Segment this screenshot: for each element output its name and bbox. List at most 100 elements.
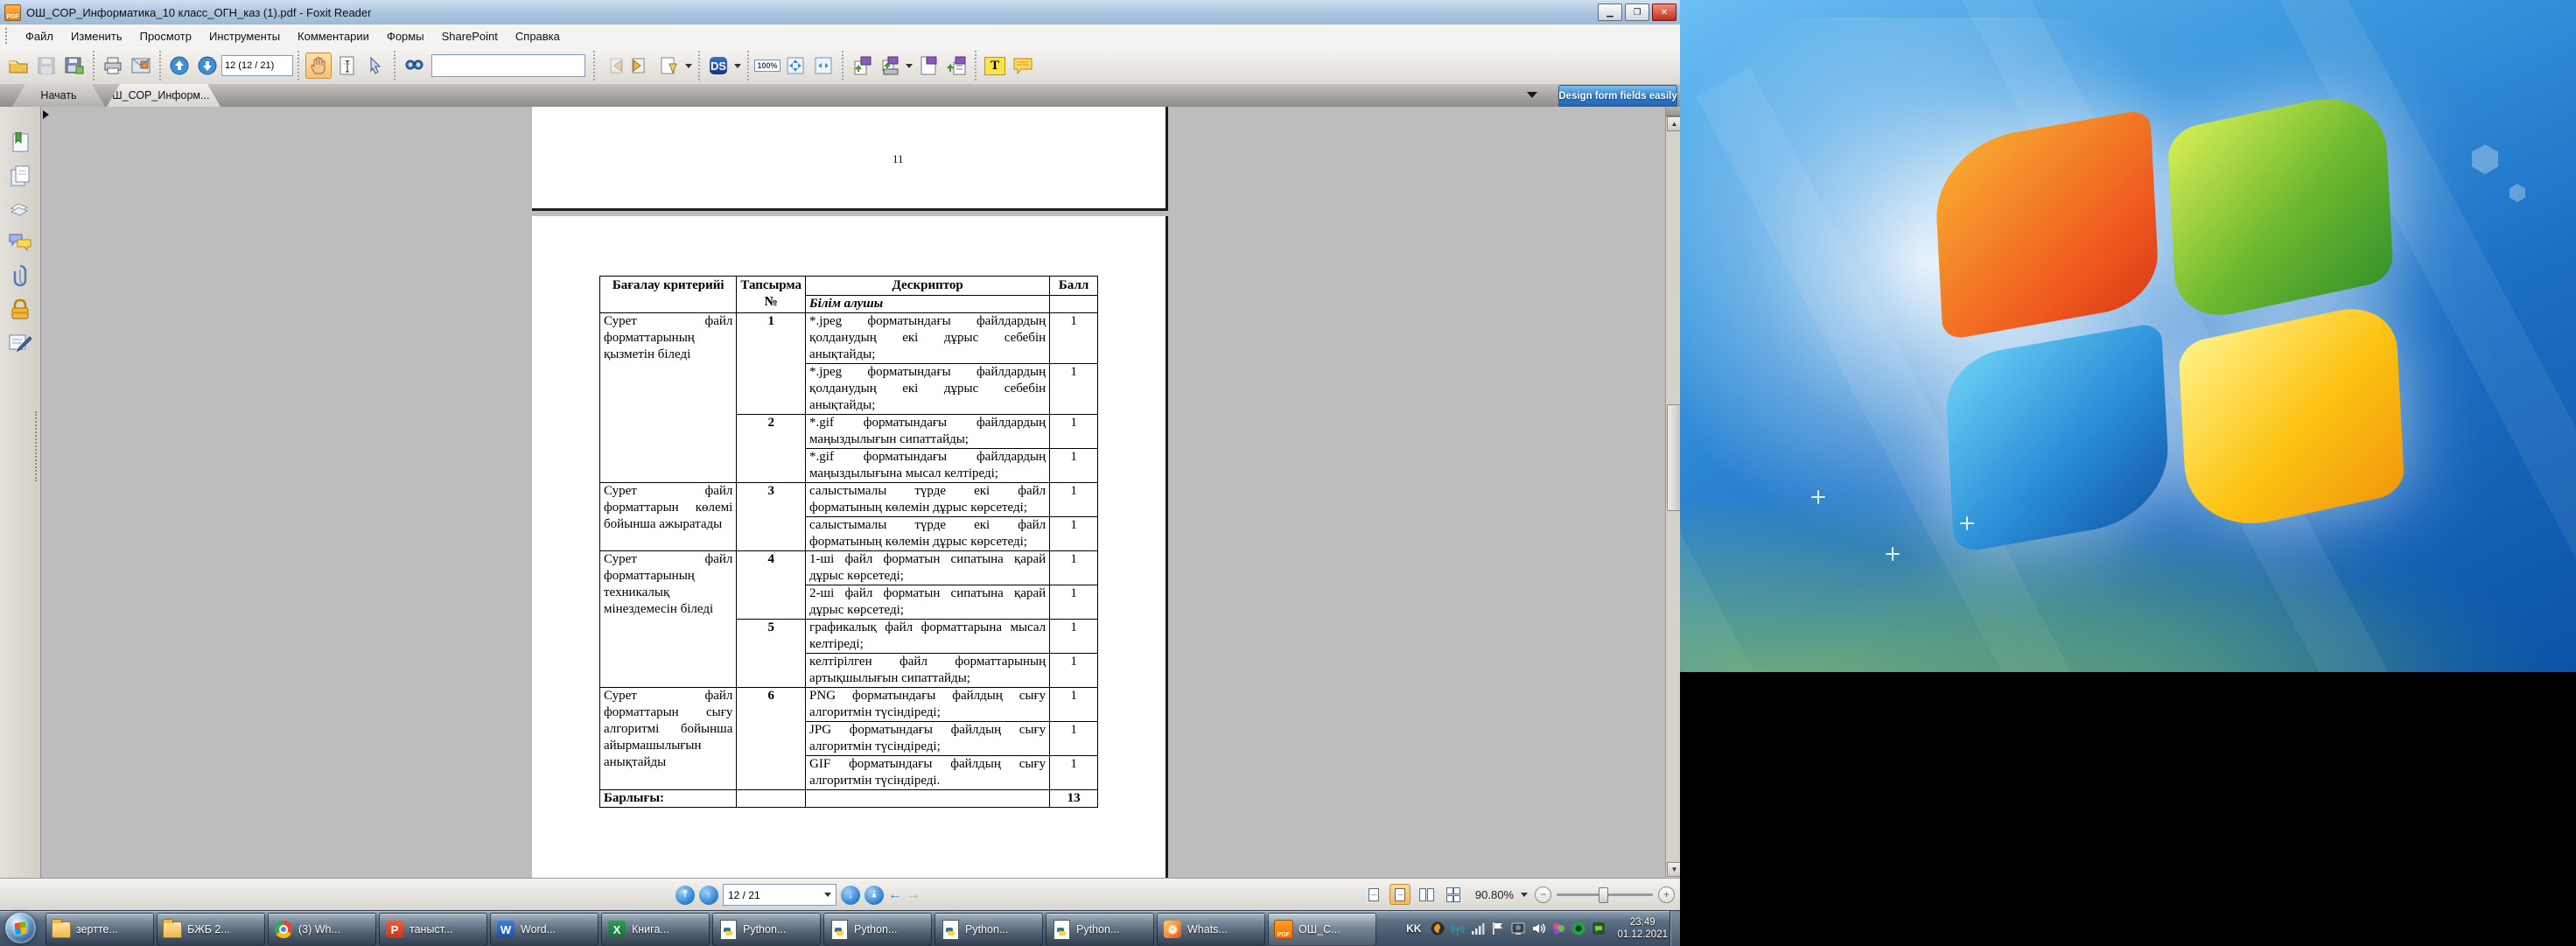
- select-annotation-icon[interactable]: [363, 53, 388, 78]
- tab-close-icon[interactable]: x: [218, 90, 223, 101]
- chat-app-tray-icon[interactable]: [1592, 921, 1606, 935]
- taskbar-button-excel[interactable]: XКнига...: [601, 913, 710, 946]
- previous-view-icon[interactable]: [601, 53, 626, 78]
- menu-file[interactable]: Файл: [17, 25, 62, 47]
- display-tray-icon[interactable]: [1511, 921, 1525, 935]
- taskbar-button-chrome[interactable]: (3) Wh...: [268, 913, 376, 946]
- signal-bars-tray-icon[interactable]: [1471, 921, 1485, 935]
- first-page-button[interactable]: ⤒: [676, 886, 695, 905]
- menu-forms[interactable]: Формы: [378, 25, 433, 47]
- note-comment-icon[interactable]: [1011, 53, 1035, 78]
- taskbar-button-python-1[interactable]: Python...: [712, 913, 821, 946]
- previous-page-button[interactable]: ↑: [699, 886, 718, 905]
- attachments-panel-icon[interactable]: [7, 263, 33, 289]
- zoom-in-button[interactable]: +: [1658, 886, 1675, 903]
- split-view-handle[interactable]: [1666, 107, 1681, 116]
- combine-pdf-icon[interactable]: [944, 53, 969, 78]
- green-status-tray-icon[interactable]: [1572, 921, 1586, 935]
- four-page-layout-icon[interactable]: [1442, 884, 1463, 905]
- scanner-dropdown-caret[interactable]: [906, 64, 913, 68]
- page-number-field[interactable]: [221, 55, 293, 76]
- next-view-icon[interactable]: [629, 53, 654, 78]
- status-page-indicator[interactable]: 12 / 21: [723, 884, 836, 906]
- print-icon[interactable]: [101, 53, 125, 78]
- zoom-dropdown-caret[interactable]: [1521, 893, 1528, 897]
- panel-resize-grip[interactable]: [35, 411, 38, 481]
- zoom-slider-thumb[interactable]: [1599, 887, 1608, 903]
- highlight-text-icon[interactable]: T: [983, 53, 1007, 78]
- next-page-button[interactable]: ↓: [841, 886, 860, 905]
- previous-view-button[interactable]: ←: [888, 887, 902, 903]
- tab-list-dropdown-icon[interactable]: [1527, 92, 1537, 98]
- autoscroll-dropdown-caret[interactable]: [685, 64, 692, 68]
- taskbar-button-python-3[interactable]: Python...: [934, 913, 1043, 946]
- open-file-icon[interactable]: [6, 53, 31, 78]
- show-desktop-button[interactable]: [1670, 911, 1680, 946]
- taskbar-button-python-2[interactable]: Python...: [823, 913, 932, 946]
- security-panel-icon[interactable]: [7, 296, 33, 322]
- page-dropdown-caret[interactable]: [824, 893, 831, 897]
- vertical-scrollbar[interactable]: ▲ ▼: [1665, 107, 1681, 878]
- bookmarks-panel-icon[interactable]: [7, 130, 33, 156]
- zoom-slider[interactable]: [1557, 893, 1653, 896]
- search-input[interactable]: [431, 54, 585, 77]
- taskbar-button-folder-1[interactable]: зертте...: [46, 913, 154, 946]
- language-indicator[interactable]: KK: [1403, 921, 1424, 936]
- tab-start[interactable]: Начать: [12, 84, 105, 107]
- blank-pdf-icon[interactable]: [916, 53, 941, 78]
- taskbar-button-whatsapp[interactable]: Whats...: [1157, 913, 1265, 946]
- fit-width-icon[interactable]: [811, 53, 836, 78]
- menu-comments[interactable]: Комментарии: [289, 25, 378, 47]
- promo-banner[interactable]: Design form fields easily: [1558, 85, 1677, 108]
- continuous-layout-icon[interactable]: [1390, 884, 1410, 905]
- email-icon[interactable]: [129, 53, 153, 78]
- taskbar-button-powerpoint[interactable]: Pтаныст...: [379, 913, 487, 946]
- action-center-flag-icon[interactable]: [1491, 921, 1505, 935]
- taskbar-button-python-4[interactable]: Python...: [1046, 913, 1154, 946]
- pdf-from-scanner-icon[interactable]: [878, 53, 902, 78]
- last-page-button[interactable]: ⤓: [864, 886, 884, 905]
- previous-page-icon[interactable]: [167, 53, 192, 78]
- next-view-button[interactable]: →: [906, 887, 920, 903]
- taskbar-button-folder-2[interactable]: БЖБ 2...: [157, 913, 265, 946]
- menu-edit[interactable]: Изменить: [62, 25, 131, 47]
- autoscroll-icon[interactable]: [657, 53, 682, 78]
- save-all-icon[interactable]: [62, 53, 87, 78]
- fit-page-icon[interactable]: [783, 53, 808, 78]
- title-bar[interactable]: PDF ОШ_СОР_Информатика_10 класс_ОГН_каз …: [0, 0, 1680, 25]
- docusign-dropdown-caret[interactable]: [734, 64, 741, 68]
- volume-tray-icon[interactable]: [1531, 921, 1545, 935]
- menu-tools[interactable]: Инструменты: [200, 25, 289, 47]
- docusign-icon[interactable]: DS: [706, 53, 731, 78]
- panel-expand-icon[interactable]: [43, 110, 49, 119]
- minimize-button[interactable]: ▁: [1598, 4, 1622, 21]
- save-icon[interactable]: [34, 53, 59, 78]
- actual-size-icon[interactable]: 100%: [755, 53, 780, 78]
- taskbar-button-foxit[interactable]: PDFОШ_С...: [1268, 913, 1376, 946]
- find-icon[interactable]: [402, 53, 426, 78]
- menu-help[interactable]: Справка: [507, 25, 569, 47]
- comments-panel-icon[interactable]: [7, 229, 33, 256]
- menu-view[interactable]: Просмотр: [131, 25, 200, 47]
- taskbar-button-word[interactable]: WWord...: [490, 913, 598, 946]
- facing-layout-icon[interactable]: [1416, 884, 1437, 905]
- hand-tool-icon[interactable]: [305, 53, 332, 79]
- taskbar-clock[interactable]: 23:49 01.12.2021: [1617, 916, 1668, 941]
- pdf-from-file-icon[interactable]: [850, 53, 874, 78]
- select-text-icon[interactable]: [335, 53, 360, 78]
- zoom-out-button[interactable]: −: [1535, 886, 1551, 903]
- start-button[interactable]: [5, 913, 36, 943]
- maximize-button[interactable]: ❐: [1625, 4, 1649, 21]
- next-page-icon[interactable]: [195, 53, 220, 78]
- color-app-tray-icon[interactable]: [1551, 921, 1565, 935]
- network-antenna-tray-icon[interactable]: [1451, 921, 1465, 935]
- single-page-layout-icon[interactable]: [1363, 884, 1384, 905]
- tab-document[interactable]: ОШ_СОР_Информ... x: [107, 84, 220, 107]
- menu-sharepoint[interactable]: SharePoint: [433, 25, 507, 47]
- close-button[interactable]: ✕: [1652, 4, 1676, 21]
- security-tray-icon[interactable]: [1431, 921, 1445, 935]
- pages-panel-icon[interactable]: [7, 163, 33, 189]
- document-view[interactable]: 11 Бағалау критерийі Тапсырма № Дескрипт…: [41, 107, 1665, 878]
- signature-panel-icon[interactable]: [7, 329, 33, 355]
- layers-panel-icon[interactable]: [7, 196, 33, 222]
